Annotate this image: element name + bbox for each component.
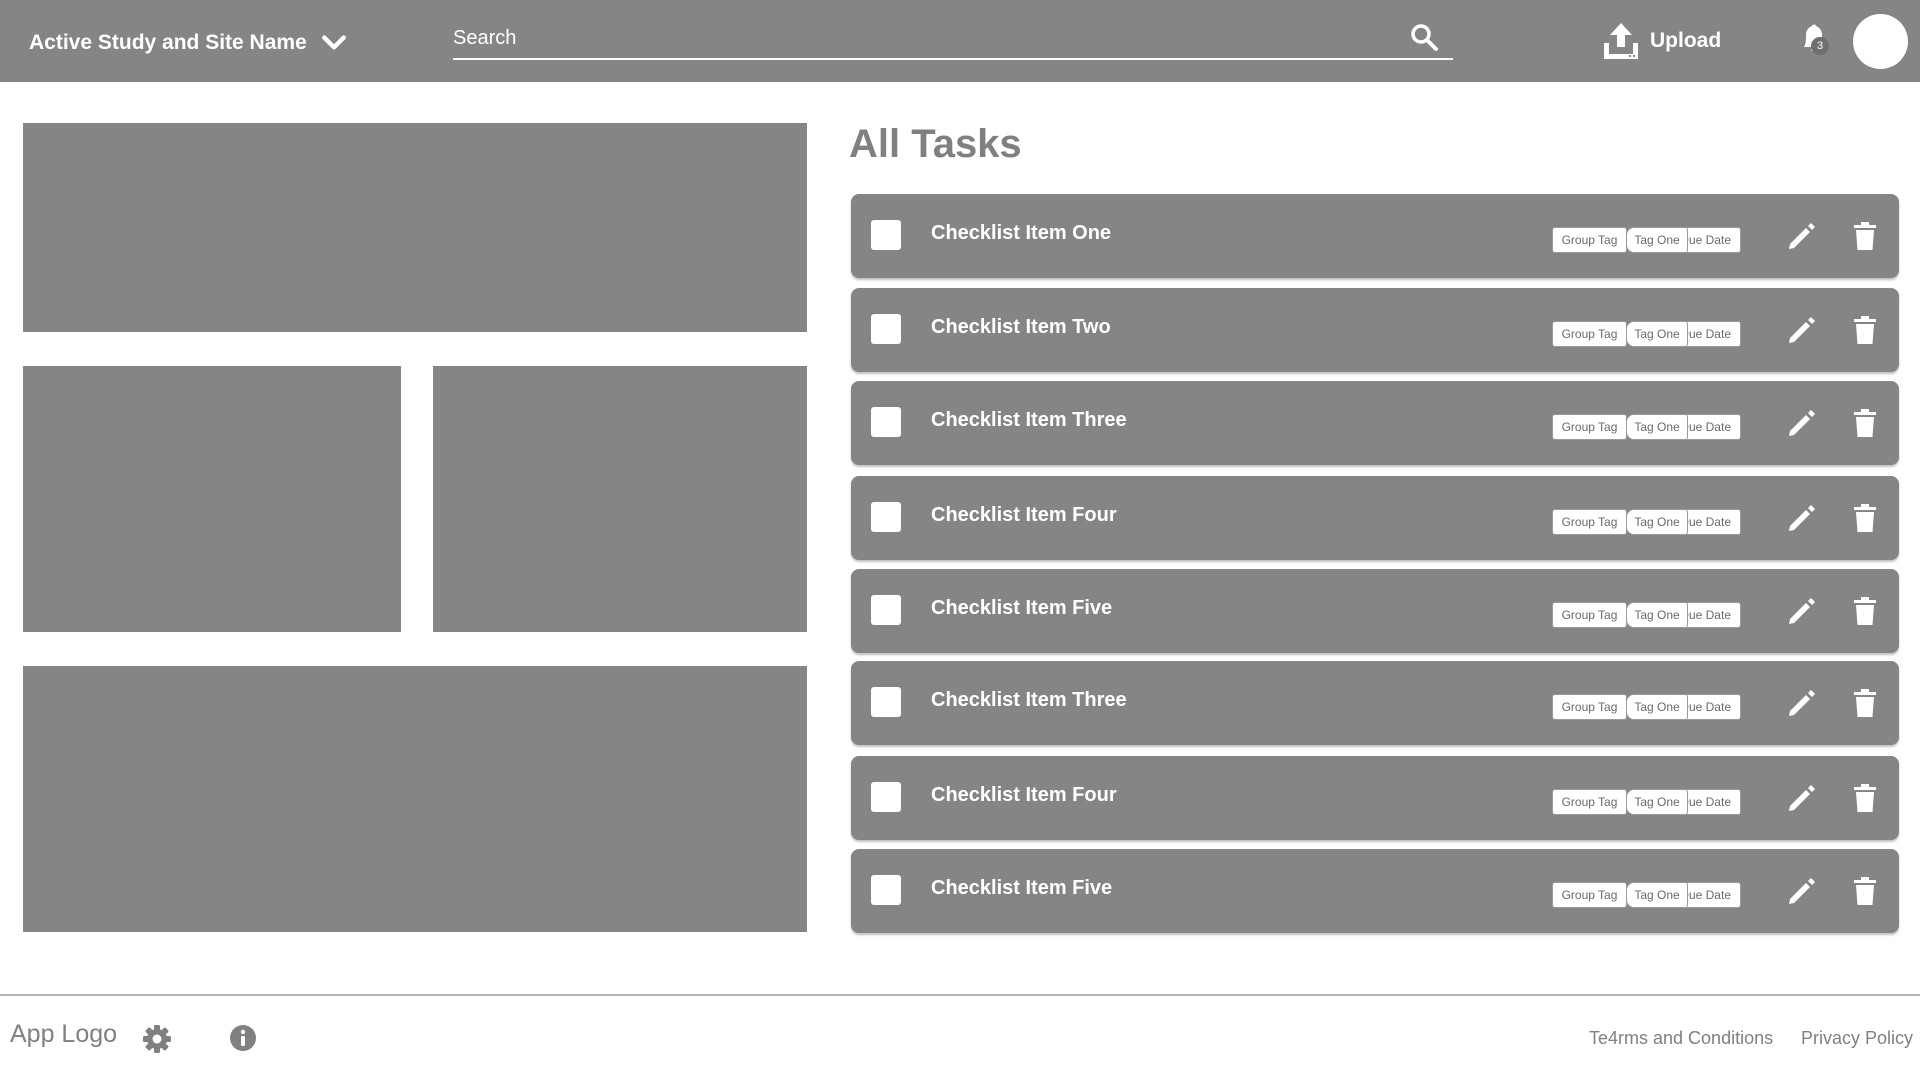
- page-title: All Tasks: [849, 122, 1022, 166]
- task-row[interactable]: Checklist Item One Group Tag Tag One Due Da…: [851, 194, 1899, 278]
- placeholder-panel-top: [23, 123, 807, 332]
- pencil-icon[interactable]: [1786, 220, 1818, 252]
- search-icon[interactable]: [1409, 22, 1439, 52]
- notifications-button[interactable]: 3: [1793, 20, 1835, 62]
- pencil-icon[interactable]: [1786, 782, 1818, 814]
- task-checkbox[interactable]: [871, 782, 901, 812]
- tag-one[interactable]: Tag One: [1626, 694, 1688, 720]
- task-checkbox[interactable]: [871, 407, 901, 437]
- terms-link[interactable]: Te4rms and Conditions: [1589, 1028, 1773, 1049]
- task-row[interactable]: Checklist Item Five Group Tag Tag One Due D…: [851, 569, 1899, 653]
- group-tag[interactable]: Group Tag: [1552, 227, 1627, 253]
- task-row[interactable]: Checklist Item Three Group Tag Tag One Due …: [851, 381, 1899, 465]
- task-checkbox[interactable]: [871, 687, 901, 717]
- footer: App Logo Te4rms and Conditions Privacy P…: [0, 996, 1920, 1080]
- task-row[interactable]: Checklist Item Two Group Tag Tag One Due Da…: [851, 288, 1899, 372]
- study-site-label: Active Study and Site Name: [29, 31, 307, 54]
- pencil-icon[interactable]: [1786, 314, 1818, 346]
- task-label: Checklist Item Five: [931, 877, 1113, 899]
- study-site-selector[interactable]: Active Study and Site Name: [29, 28, 347, 58]
- avatar[interactable]: [1853, 14, 1908, 69]
- pencil-icon[interactable]: [1786, 502, 1818, 534]
- group-tag[interactable]: Group Tag: [1552, 321, 1627, 347]
- task-checkbox[interactable]: [871, 220, 901, 250]
- upload-label: Upload: [1650, 29, 1722, 52]
- task-row[interactable]: Checklist Item Five Group Tag Tag One Due D…: [851, 849, 1899, 933]
- app-logo: App Logo: [10, 1020, 118, 1048]
- chevron-down-icon: [321, 35, 346, 50]
- tag-one[interactable]: Tag One: [1626, 789, 1688, 815]
- task-label: Checklist Item Five: [931, 597, 1113, 619]
- group-tag[interactable]: Group Tag: [1552, 414, 1627, 440]
- top-header: Active Study and Site Name Upload 3: [0, 0, 1920, 82]
- trash-icon[interactable]: [1853, 876, 1877, 906]
- task-checkbox[interactable]: [871, 595, 901, 625]
- tag-one[interactable]: Tag One: [1626, 414, 1688, 440]
- upload-icon: [1604, 23, 1638, 59]
- group-tag[interactable]: Group Tag: [1552, 509, 1627, 535]
- trash-icon[interactable]: [1853, 408, 1877, 438]
- task-label: Checklist Item One: [931, 222, 1112, 244]
- trash-icon[interactable]: [1853, 783, 1877, 813]
- task-tags: Group Tag Tag One Due Date: [1552, 227, 1741, 253]
- group-tag[interactable]: Group Tag: [1552, 882, 1627, 908]
- task-label: Checklist Item Two: [931, 316, 1111, 338]
- trash-icon[interactable]: [1853, 315, 1877, 345]
- notification-count-badge: 3: [1811, 37, 1829, 55]
- pencil-icon[interactable]: [1786, 687, 1818, 719]
- task-label: Checklist Item Three: [931, 409, 1127, 431]
- task-tags: Group Tag Tag One Due Date: [1552, 602, 1741, 628]
- task-tags: Group Tag Tag One Due Date: [1552, 694, 1741, 720]
- placeholder-panel-middle-left: [23, 366, 401, 632]
- tag-one[interactable]: Tag One: [1626, 227, 1688, 253]
- gear-icon[interactable]: [142, 1024, 172, 1054]
- trash-icon[interactable]: [1853, 503, 1877, 533]
- group-tag[interactable]: Group Tag: [1552, 602, 1627, 628]
- task-tags: Group Tag Tag One Due Date: [1552, 414, 1741, 440]
- task-label: Checklist Item Three: [931, 689, 1127, 711]
- task-tags: Group Tag Tag One Due Date: [1552, 321, 1741, 347]
- group-tag[interactable]: Group Tag: [1552, 789, 1627, 815]
- tag-one[interactable]: Tag One: [1626, 882, 1688, 908]
- task-label: Checklist Item Four: [931, 784, 1117, 806]
- group-tag[interactable]: Group Tag: [1552, 694, 1627, 720]
- trash-icon[interactable]: [1853, 596, 1877, 626]
- trash-icon[interactable]: [1853, 688, 1877, 718]
- upload-button[interactable]: Upload: [1602, 20, 1721, 62]
- pencil-icon[interactable]: [1786, 595, 1818, 627]
- pencil-icon[interactable]: [1786, 875, 1818, 907]
- task-row[interactable]: Checklist Item Three Group Tag Tag One Due …: [851, 661, 1899, 745]
- task-tags: Group Tag Tag One Due Date: [1552, 509, 1741, 535]
- task-checkbox[interactable]: [871, 502, 901, 532]
- task-checkbox[interactable]: [871, 875, 901, 905]
- task-label: Checklist Item Four: [931, 504, 1117, 526]
- privacy-link[interactable]: Privacy Policy: [1801, 1028, 1913, 1049]
- task-tags: Group Tag Tag One Due Date: [1552, 789, 1741, 815]
- pencil-icon[interactable]: [1786, 407, 1818, 439]
- task-checkbox[interactable]: [871, 314, 901, 344]
- info-icon[interactable]: [229, 1024, 257, 1052]
- placeholder-panel-middle-right: [433, 366, 807, 632]
- tag-one[interactable]: Tag One: [1626, 321, 1688, 347]
- trash-icon[interactable]: [1853, 221, 1877, 251]
- tag-one[interactable]: Tag One: [1626, 509, 1688, 535]
- task-row[interactable]: Checklist Item Four Group Tag Tag One Due D…: [851, 756, 1899, 840]
- task-tags: Group Tag Tag One Due Date: [1552, 882, 1741, 908]
- search-bar: [453, 20, 1453, 60]
- tag-one[interactable]: Tag One: [1626, 602, 1688, 628]
- task-row[interactable]: Checklist Item Four Group Tag Tag One Due D…: [851, 476, 1899, 560]
- search-input[interactable]: [453, 20, 1383, 56]
- placeholder-panel-bottom: [23, 666, 807, 932]
